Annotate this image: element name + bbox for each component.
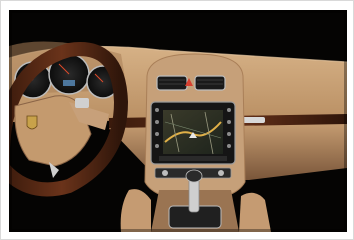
wheel-spoke-silver: [75, 98, 89, 108]
crest-badge: [26, 115, 38, 130]
image-frame: [0, 0, 354, 240]
dashboard-illustration: [9, 10, 347, 232]
air-vent-right: [194, 75, 226, 91]
trim-handle: [241, 117, 265, 123]
dashboard-photo: [9, 10, 347, 232]
air-vent-left: [156, 75, 188, 91]
